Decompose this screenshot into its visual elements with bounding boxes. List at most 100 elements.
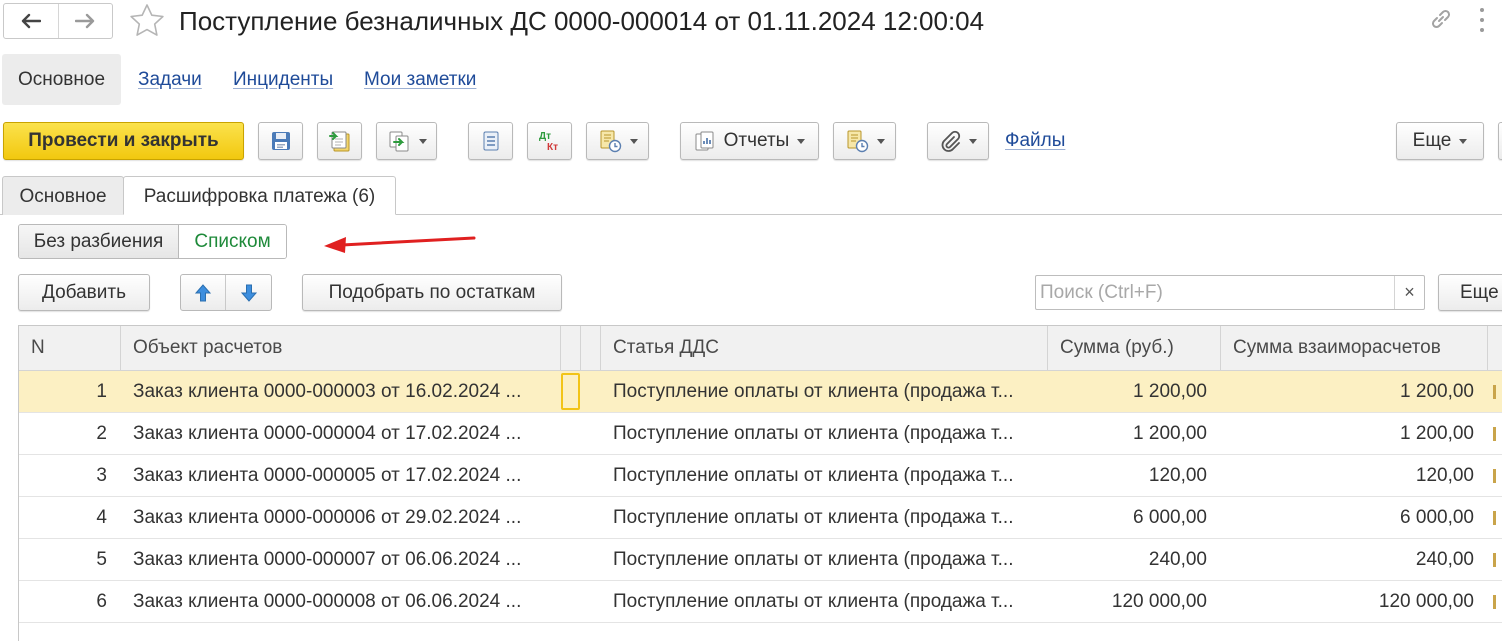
section-link-my-notes[interactable]: Мои заметки	[364, 54, 476, 105]
help-button[interactable]	[1498, 122, 1502, 160]
chevron-down-icon	[969, 138, 977, 144]
add-row-button[interactable]: Добавить	[18, 274, 150, 311]
cell-settlement[interactable]: 240,00	[1221, 539, 1488, 580]
section-link-incidents[interactable]: Инциденты	[233, 54, 333, 105]
row-cut-marker	[1493, 385, 1496, 399]
cell-article[interactable]: Поступление оплаты от клиента (продажа т…	[601, 371, 1048, 412]
table-row[interactable]: 4 Заказ клиента 0000-000006 от 29.02.202…	[19, 497, 1502, 539]
table-row[interactable]: 3 Заказ клиента 0000-000005 от 17.02.202…	[19, 455, 1502, 497]
create-based-on-icon	[389, 131, 408, 152]
link-icon[interactable]	[1428, 6, 1454, 32]
cell-focus-marker	[561, 373, 580, 410]
cell-object[interactable]: Заказ клиента 0000-000006 от 29.02.2024 …	[121, 497, 561, 538]
cell-n: 1	[96, 381, 107, 402]
column-header-settlement[interactable]: Сумма взаиморасчетов	[1221, 326, 1488, 370]
column-header-sum[interactable]: Сумма (руб.)	[1048, 326, 1221, 370]
tab-main[interactable]: Основное	[2, 176, 124, 215]
section-tab-main[interactable]: Основное	[2, 54, 121, 105]
cell-n: 2	[96, 423, 107, 444]
print-forms-button[interactable]	[833, 122, 896, 160]
paperclip-icon	[941, 130, 961, 152]
table-row[interactable]: 1 Заказ клиента 0000-000003 от 16.02.202…	[19, 371, 1502, 413]
cell-object[interactable]: Заказ клиента 0000-000003 от 16.02.2024 …	[121, 371, 561, 412]
dt-kt-icon: Дт Кт	[539, 131, 558, 153]
row-cut-marker	[1493, 511, 1496, 525]
cell-sum[interactable]: 120,00	[1048, 455, 1221, 496]
annotation-arrow-icon	[324, 236, 476, 253]
chevron-down-icon	[1459, 138, 1468, 144]
more-label: Еще	[1412, 130, 1452, 151]
document-clock-icon	[600, 130, 621, 153]
save-button[interactable]	[258, 122, 303, 160]
cell-settlement[interactable]: 120 000,00	[1221, 581, 1488, 622]
section-link-tasks[interactable]: Задачи	[138, 54, 202, 105]
cell-settlement[interactable]: 1 200,00	[1221, 371, 1488, 412]
column-header-cut	[1488, 326, 1502, 370]
save-icon	[271, 132, 290, 150]
pick-by-balance-button[interactable]: Подобрать по остаткам	[302, 274, 562, 311]
table-header: N Объект расчетов Статья ДДС Сумма (руб.…	[19, 326, 1502, 371]
arrow-down-icon	[240, 284, 257, 302]
cell-article[interactable]: Поступление оплаты от клиента (продажа т…	[601, 413, 1048, 454]
chevron-down-icon	[876, 138, 885, 144]
mode-no-split[interactable]: Без разбиения	[19, 225, 179, 258]
post-document-icon	[328, 131, 349, 152]
reports-button[interactable]: Отчеты	[680, 122, 819, 160]
cell-sum[interactable]: 6 000,00	[1048, 497, 1221, 538]
create-based-on-button[interactable]	[376, 122, 437, 160]
more-vertical-icon[interactable]	[1477, 8, 1487, 32]
table-row[interactable]: 2 Заказ клиента 0000-000004 от 17.02.202…	[19, 413, 1502, 455]
cell-sum[interactable]: 120 000,00	[1048, 581, 1221, 622]
move-down-button[interactable]	[226, 275, 271, 310]
cell-n: 5	[96, 549, 107, 570]
cell-object[interactable]: Заказ клиента 0000-000008 от 06.06.2024 …	[121, 581, 561, 622]
document-clock-icon	[847, 130, 868, 153]
column-header-article[interactable]: Статья ДДС	[601, 326, 1048, 370]
cell-sum[interactable]: 1 200,00	[1048, 371, 1221, 412]
dt-label: Дт	[539, 131, 551, 142]
attach-button[interactable]	[927, 122, 989, 160]
cell-article[interactable]: Поступление оплаты от клиента (продажа т…	[601, 539, 1048, 580]
list-icon	[483, 131, 498, 151]
cell-settlement[interactable]: 120,00	[1221, 455, 1488, 496]
column-header-n[interactable]: N	[19, 326, 121, 370]
row-cut-marker	[1493, 427, 1496, 441]
clear-search-button[interactable]: ×	[1394, 276, 1424, 309]
tab-payment-breakdown[interactable]: Расшифровка платежа (6)	[123, 176, 396, 215]
arrow-right-icon	[75, 13, 95, 29]
cell-object[interactable]: Заказ клиента 0000-000005 от 17.02.2024 …	[121, 455, 561, 496]
reports-label: Отчеты	[723, 130, 790, 151]
cell-article[interactable]: Поступление оплаты от клиента (продажа т…	[601, 581, 1048, 622]
dt-kt-button[interactable]: Дт Кт	[527, 122, 572, 160]
table-row[interactable]: 6 Заказ клиента 0000-000008 от 06.06.202…	[19, 581, 1502, 623]
search-field: ×	[1035, 275, 1425, 310]
column-header-object[interactable]: Объект расчетов	[121, 326, 561, 370]
cell-sum[interactable]: 240,00	[1048, 539, 1221, 580]
back-button[interactable]	[4, 4, 58, 38]
cell-n: 3	[96, 465, 107, 486]
table-more-button[interactable]: Еще	[1438, 274, 1502, 311]
cell-article[interactable]: Поступление оплаты от клиента (продажа т…	[601, 497, 1048, 538]
more-button[interactable]: Еще	[1396, 122, 1484, 160]
cell-settlement[interactable]: 1 200,00	[1221, 413, 1488, 454]
star-icon[interactable]	[128, 2, 166, 40]
files-link[interactable]: Файлы	[1005, 128, 1065, 154]
cell-object[interactable]: Заказ клиента 0000-000007 от 06.06.2024 …	[121, 539, 561, 580]
cell-n: 4	[96, 507, 107, 528]
cell-settlement[interactable]: 6 000,00	[1221, 497, 1488, 538]
print-button[interactable]	[586, 122, 649, 160]
table-row[interactable]: 5 Заказ клиента 0000-000007 от 06.06.202…	[19, 539, 1502, 581]
row-cut-marker	[1493, 595, 1496, 609]
row-cut-marker	[1493, 553, 1496, 567]
post-and-close-button[interactable]: Провести и закрыть	[3, 122, 244, 160]
search-input[interactable]	[1036, 276, 1394, 309]
cell-sum[interactable]: 1 200,00	[1048, 413, 1221, 454]
mode-list[interactable]: Списком	[179, 225, 286, 258]
cell-object[interactable]: Заказ клиента 0000-000004 от 17.02.2024 …	[121, 413, 561, 454]
cell-article[interactable]: Поступление оплаты от клиента (продажа т…	[601, 455, 1048, 496]
move-up-button[interactable]	[181, 275, 226, 310]
post-document-button[interactable]	[317, 122, 362, 160]
structure-button[interactable]	[468, 122, 513, 160]
forward-button[interactable]	[57, 4, 112, 38]
arrow-up-icon	[194, 283, 212, 301]
